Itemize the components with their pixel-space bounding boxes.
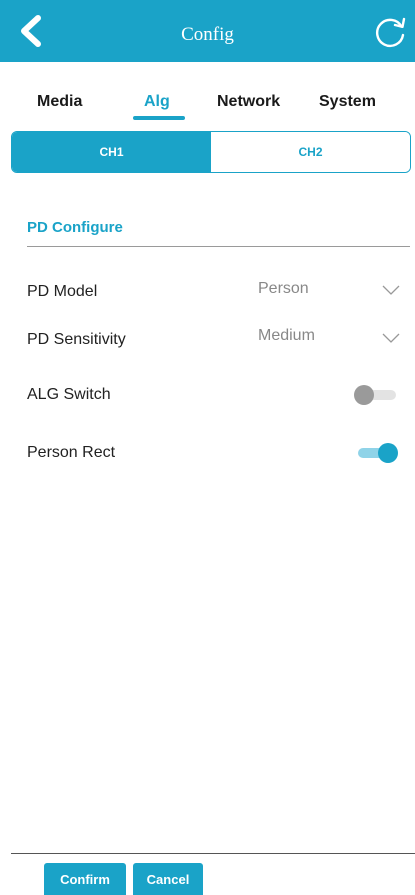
tab-alg[interactable]: Alg — [144, 93, 170, 111]
active-tab-indicator — [133, 116, 185, 120]
footer-divider — [11, 853, 415, 854]
tab-network[interactable]: Network — [217, 93, 280, 111]
section-divider — [27, 246, 410, 247]
pd-model-select[interactable]: Person — [258, 280, 309, 298]
tab-media[interactable]: Media — [37, 93, 82, 111]
tab-system[interactable]: System — [319, 93, 376, 111]
pd-model-label: PD Model — [27, 283, 98, 300]
person-rect-label: Person Rect — [27, 444, 116, 461]
channel-ch2-button[interactable]: CH2 — [211, 132, 410, 172]
chevron-down-icon[interactable] — [382, 284, 400, 296]
config-tabs: Media Alg Network System — [0, 87, 415, 123]
pd-sensitivity-select[interactable]: Medium — [258, 327, 315, 345]
alg-switch-toggle[interactable] — [354, 384, 398, 406]
alg-switch-label: ALG Switch — [27, 386, 111, 403]
chevron-down-icon[interactable] — [382, 332, 400, 344]
refresh-icon[interactable] — [372, 14, 408, 50]
person-rect-toggle[interactable] — [354, 442, 398, 464]
confirm-button[interactable]: Confirm — [44, 863, 126, 895]
toggle-knob — [378, 443, 398, 463]
section-title: PD Configure — [27, 219, 123, 236]
cancel-button[interactable]: Cancel — [133, 863, 203, 895]
page-title: Config — [181, 24, 234, 45]
pd-sensitivity-label: PD Sensitivity — [27, 331, 126, 348]
channel-ch1-button[interactable]: CH1 — [12, 132, 211, 172]
app-header: Config — [0, 0, 415, 62]
channel-selector: CH1 CH2 — [11, 131, 411, 173]
toggle-knob — [354, 385, 374, 405]
